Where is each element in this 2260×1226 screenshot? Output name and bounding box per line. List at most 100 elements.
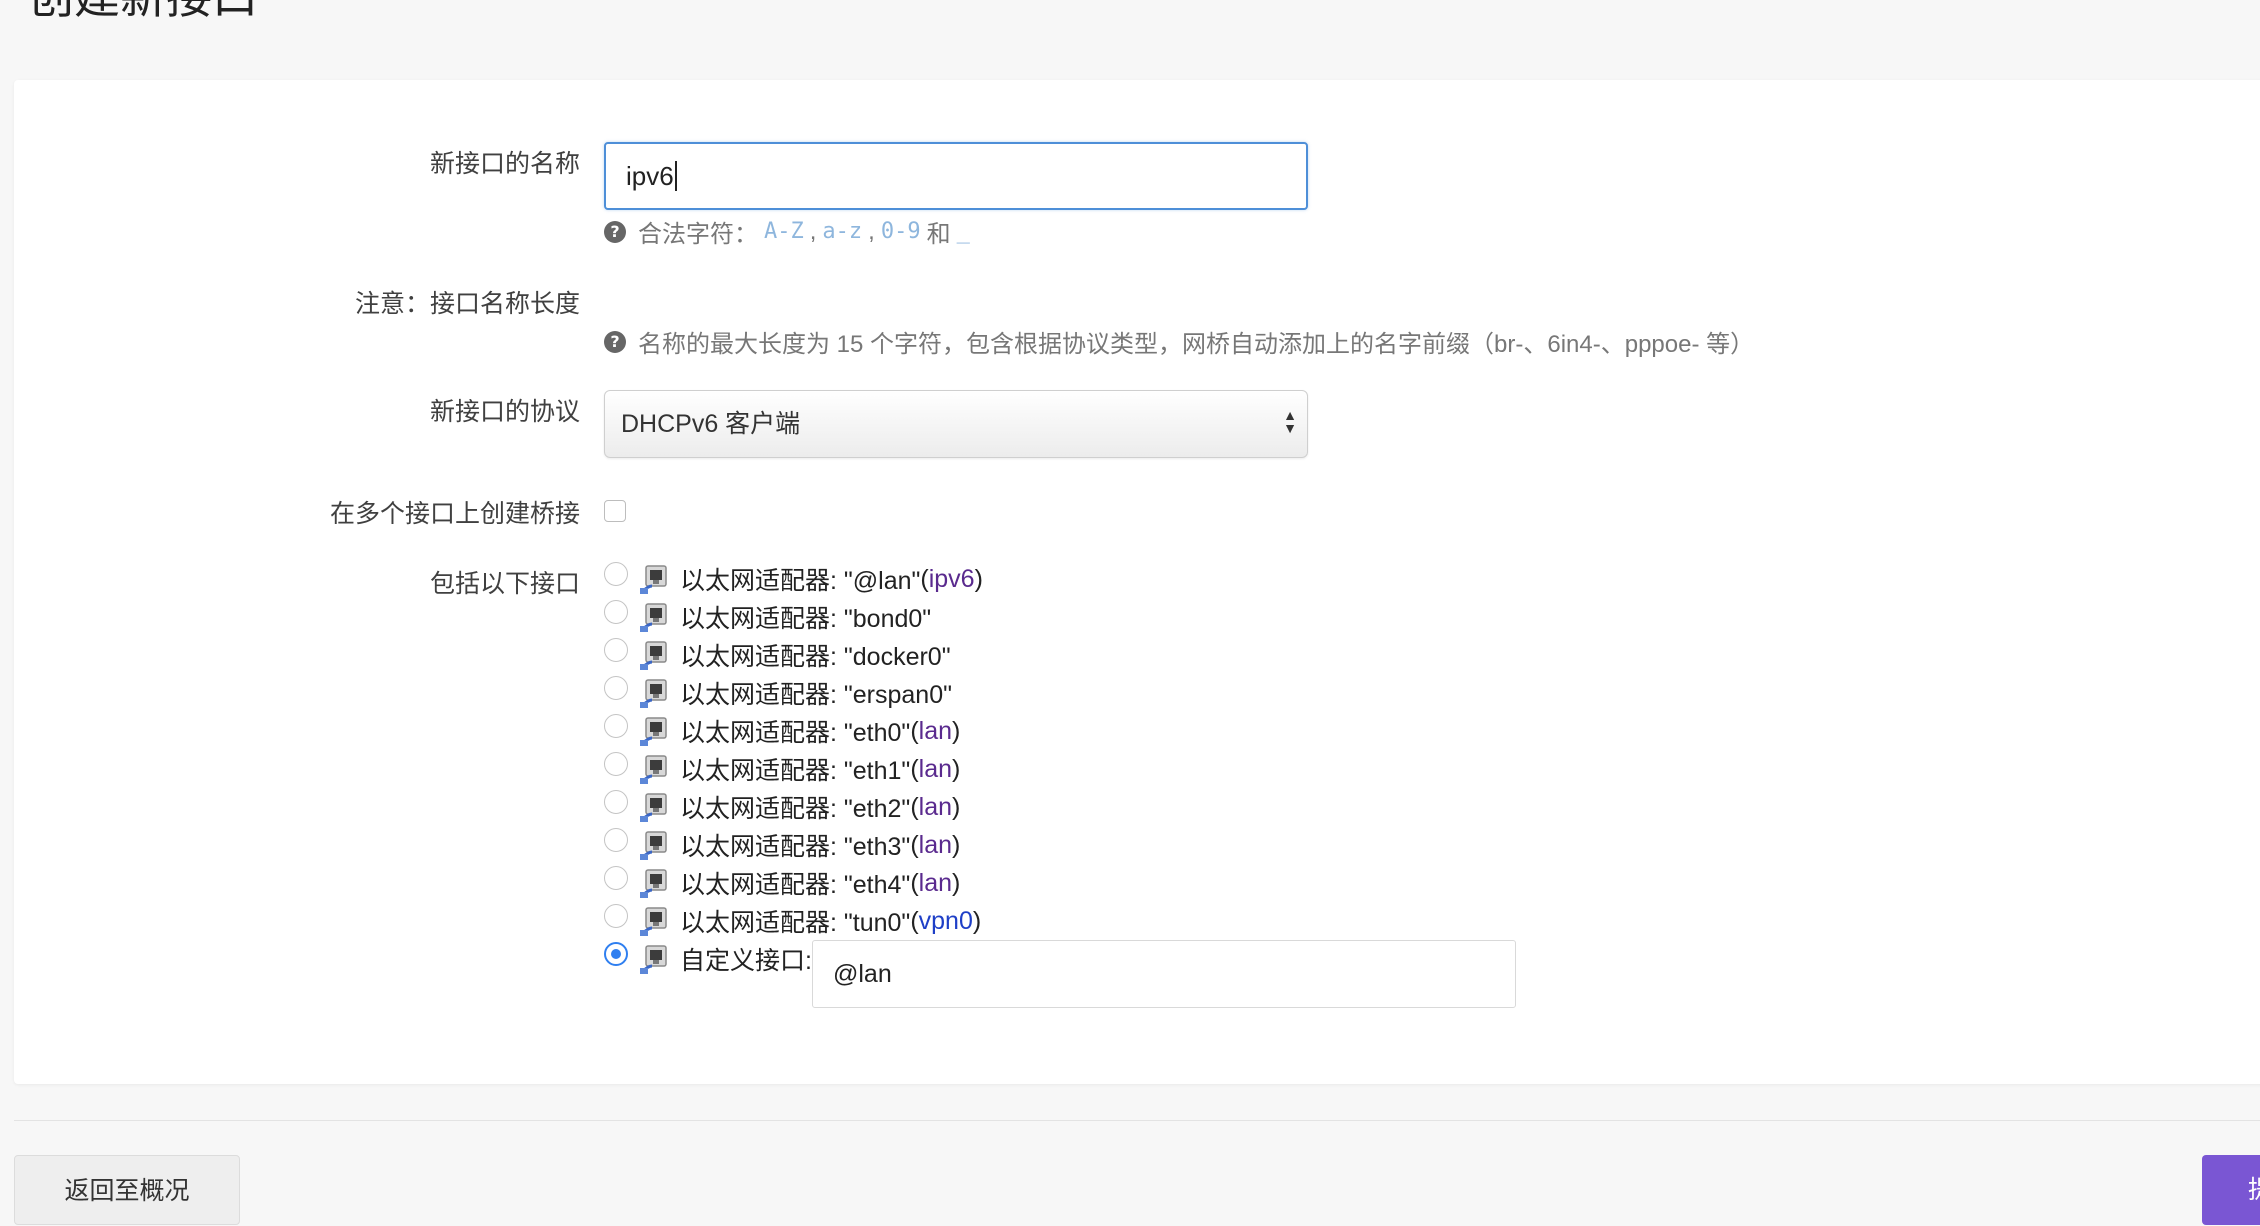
interface-radio[interactable] <box>604 676 628 700</box>
interface-item[interactable]: 以太网适配器: "eth4" (lan) <box>604 864 983 902</box>
ethernet-icon <box>640 831 667 860</box>
interface-network-close: ) <box>952 868 961 897</box>
ethernet-adapter-icon <box>640 944 668 974</box>
interface-radio[interactable] <box>604 752 628 776</box>
ethernet-icon <box>640 717 667 746</box>
interface-item[interactable]: 以太网适配器: "bond0" <box>604 598 983 636</box>
interface-network[interactable]: lan <box>919 755 952 784</box>
interfaces-label: 包括以下接口 <box>429 570 580 598</box>
text-caret <box>674 161 677 192</box>
question-icon: ? <box>604 220 626 243</box>
interface-radio[interactable] <box>604 828 628 852</box>
custom-interface-radio[interactable] <box>604 942 628 966</box>
custom-interface-input[interactable] <box>812 940 1516 1008</box>
interface-radio[interactable] <box>604 866 628 890</box>
interface-network-open: ( <box>910 868 919 897</box>
ethernet-icon <box>640 679 667 708</box>
interface-network-close: ) <box>974 564 983 593</box>
ethernet-icon <box>640 565 667 594</box>
note-label: 注意：接口名称长度 <box>354 290 580 318</box>
comma-2: , <box>868 217 875 245</box>
interface-label: 以太网适配器: "eth1" <box>680 757 911 785</box>
comma-1: , <box>809 217 817 245</box>
interface-item[interactable]: 以太网适配器: "eth2" (lan) <box>604 788 983 826</box>
protocol-select[interactable]: DHCPv6 客户端 ▲ ▼ <box>604 390 1308 458</box>
name-label: 新接口的名称 <box>429 150 580 178</box>
interface-radio[interactable] <box>604 562 628 586</box>
note-help-text: 名称的最大长度为 15 个字符，包含根据协议类型，网桥自动添加上的名字前缀（br… <box>638 331 1755 358</box>
interface-radio[interactable] <box>604 714 628 738</box>
interface-item[interactable]: 以太网适配器: "docker0" <box>604 636 983 674</box>
name-help: ? 合法字符： A-Z, a-z, 0-9 和 _ <box>604 214 970 249</box>
interface-network-open: ( <box>910 716 919 745</box>
interface-label: 以太网适配器: "eth3" <box>680 833 911 861</box>
ethernet-icon <box>640 755 667 784</box>
interface-radio[interactable] <box>604 790 628 814</box>
interface-network[interactable]: lan <box>919 831 952 860</box>
interface-network-close: ) <box>972 906 982 935</box>
interface-network[interactable]: ipv6 <box>929 565 975 594</box>
interface-network[interactable]: vpn0 <box>919 907 973 936</box>
interface-radio[interactable] <box>604 904 628 928</box>
ethernet-icon <box>640 603 667 632</box>
bridge-label: 在多个接口上创建桥接 <box>329 500 580 528</box>
interface-network[interactable]: lan <box>919 717 952 746</box>
create-interface-form <box>14 80 2260 1084</box>
ethernet-adapter-icon <box>640 716 668 746</box>
interface-item[interactable]: 以太网适配器: "eth3" (lan) <box>604 826 983 864</box>
interface-label: 以太网适配器: "eth0" <box>680 719 911 747</box>
ethernet-icon <box>640 869 667 898</box>
ethernet-icon <box>640 641 667 670</box>
ethernet-adapter-icon <box>640 678 668 708</box>
ethernet-adapter-icon <box>640 602 668 632</box>
interface-label: 以太网适配器: "bond0" <box>680 605 932 633</box>
name-help-prefix: 合法字符： <box>638 221 758 248</box>
interface-label: 以太网适配器: "docker0" <box>680 643 951 671</box>
interface-radio[interactable] <box>604 638 628 662</box>
page-title: 创建新接口 <box>28 0 258 25</box>
select-arrows-icon: ▲ ▼ <box>1283 407 1297 436</box>
interface-label: 以太网适配器: "eth4" <box>680 871 911 899</box>
interface-radio[interactable] <box>604 600 628 624</box>
ethernet-icon <box>640 907 667 936</box>
interface-network-open: ( <box>920 564 929 593</box>
interface-item[interactable]: 以太网适配器: "@lan" (ipv6) <box>604 560 983 598</box>
custom-interface-label: 自定义接口: <box>680 947 812 975</box>
chars-underscore: _ <box>956 219 970 244</box>
bridge-checkbox[interactable] <box>604 500 626 522</box>
interface-item[interactable]: 以太网适配器: "erspan0" <box>604 674 983 712</box>
interface-network-close: ) <box>952 830 961 859</box>
back-to-overview-button[interactable]: 返回至概况 <box>14 1155 240 1225</box>
interface-network-open: ( <box>910 754 919 783</box>
ethernet-adapter-icon <box>640 640 668 670</box>
interface-item[interactable]: 以太网适配器: "eth1" (lan) <box>604 750 983 788</box>
ethernet-adapter-icon <box>640 830 668 860</box>
interface-network-open: ( <box>910 906 919 935</box>
ethernet-icon <box>640 945 667 974</box>
ethernet-icon <box>640 793 667 822</box>
interface-item[interactable]: 以太网适配器: "tun0" (vpn0) <box>604 902 983 940</box>
interface-label: 以太网适配器: "@lan" <box>680 567 921 595</box>
chars-upper: A-Z <box>764 219 804 244</box>
interface-network-open: ( <box>910 792 919 821</box>
submit-button[interactable]: 提交 <box>2202 1155 2260 1225</box>
interface-label: 以太网适配器: "eth2" <box>680 795 911 823</box>
interface-item[interactable]: 以太网适配器: "eth0" (lan) <box>604 712 983 750</box>
ethernet-adapter-icon <box>640 868 668 898</box>
ethernet-adapter-icon <box>640 906 668 936</box>
interface-network[interactable]: lan <box>919 869 952 898</box>
interface-network[interactable]: lan <box>919 793 952 822</box>
interface-label: 以太网适配器: "erspan0" <box>680 681 952 709</box>
interface-network-open: ( <box>910 830 919 859</box>
interface-label: 以太网适配器: "tun0" <box>680 909 911 937</box>
chars-digits: 0-9 <box>880 219 921 244</box>
note-help: ? 名称的最大长度为 15 个字符，包含根据协议类型，网桥自动添加上的名字前缀（… <box>604 324 1754 359</box>
question-icon: ? <box>604 330 626 353</box>
chars-lower: a-z <box>822 219 863 244</box>
protocol-selected: DHCPv6 客户端 <box>621 410 801 438</box>
ethernet-adapter-icon <box>640 754 668 784</box>
ethernet-adapter-icon <box>640 792 668 822</box>
interface-name-input[interactable]: ipv6 <box>604 142 1308 210</box>
protocol-label: 新接口的协议 <box>429 398 580 426</box>
interface-network-close: ) <box>952 754 961 783</box>
